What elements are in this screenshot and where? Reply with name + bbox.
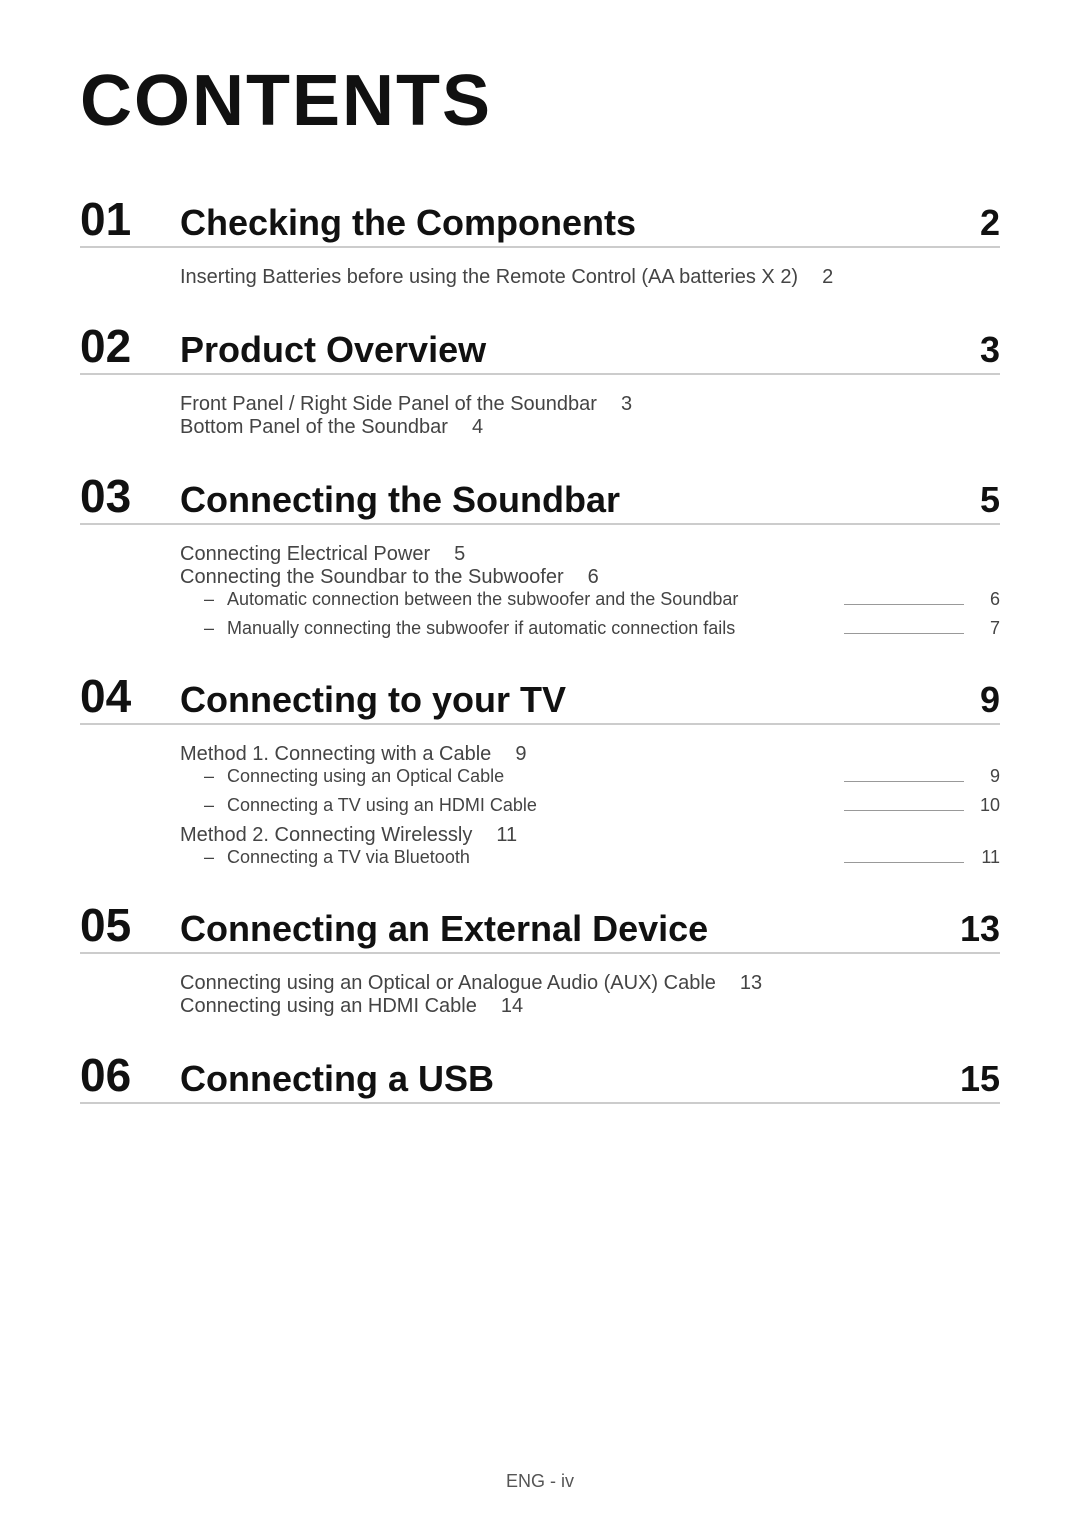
toc-entry: Connecting the Soundbar to the Subwoofer… xyxy=(180,566,1000,589)
section-title-03: Connecting the Soundbar xyxy=(180,479,980,521)
toc-entry: Method 2. Connecting Wirelessly 11 xyxy=(180,824,1000,847)
toc-entry-text: Connecting using an Optical or Analogue … xyxy=(180,972,716,994)
toc-sub-entry-line xyxy=(844,781,964,782)
section-header-02: 02Product Overview3 xyxy=(80,319,1000,375)
section-header-01: 01Checking the Components2 xyxy=(80,192,1000,248)
toc-sub-entry-page: 10 xyxy=(976,795,1000,816)
toc-entry-page: 4 xyxy=(472,416,483,438)
toc-entry-text: Inserting Batteries before using the Rem… xyxy=(180,266,798,288)
toc-entry: Connecting using an Optical or Analogue … xyxy=(180,972,1000,995)
toc-sub-entry-page: 6 xyxy=(976,589,1000,610)
toc-entry: Connecting Electrical Power 5 xyxy=(180,543,1000,566)
section-03: 03Connecting the Soundbar5Connecting Ele… xyxy=(80,469,1000,639)
section-title-06: Connecting a USB xyxy=(180,1058,960,1100)
section-01: 01Checking the Components2Inserting Batt… xyxy=(80,192,1000,289)
section-entries-02: Front Panel / Right Side Panel of the So… xyxy=(80,393,1000,439)
toc-entry: Method 1. Connecting with a Cable 9 xyxy=(180,743,1000,766)
toc-sub-entry-line xyxy=(844,633,964,634)
section-page-02: 3 xyxy=(980,329,1000,371)
toc-entry-text: Method 1. Connecting with a Cable xyxy=(180,743,491,765)
section-entries-04: Method 1. Connecting with a Cable9– Conn… xyxy=(80,743,1000,868)
toc-sub-entry-text: – Manually connecting the subwoofer if a… xyxy=(180,618,832,639)
toc-entry: Connecting using an HDMI Cable 14 xyxy=(180,995,1000,1018)
toc-entry-text: Connecting using an HDMI Cable xyxy=(180,995,477,1017)
toc-sub-entry-text: – Automatic connection between the subwo… xyxy=(180,589,832,610)
toc-entry-page: 5 xyxy=(454,543,465,565)
toc-entry-text: Bottom Panel of the Soundbar xyxy=(180,416,448,438)
section-title-02: Product Overview xyxy=(180,329,980,371)
section-page-03: 5 xyxy=(980,479,1000,521)
toc-entry-page: 6 xyxy=(588,566,599,588)
toc-sub-entry-page: 7 xyxy=(976,618,1000,639)
toc-sub-entry-line xyxy=(844,810,964,811)
section-02: 02Product Overview3Front Panel / Right S… xyxy=(80,319,1000,439)
toc-sub-entry: – Automatic connection between the subwo… xyxy=(180,589,1000,610)
toc-sub-entry: – Connecting a TV via Bluetooth 11 xyxy=(180,847,1000,868)
section-number-05: 05 xyxy=(80,898,180,952)
toc-entry-text: Method 2. Connecting Wirelessly xyxy=(180,824,472,846)
toc-sub-entry-text: – Connecting using an Optical Cable xyxy=(180,766,832,787)
dash-icon: – xyxy=(204,795,219,815)
section-06: 06Connecting a USB15 xyxy=(80,1048,1000,1104)
section-header-05: 05Connecting an External Device13 xyxy=(80,898,1000,954)
toc-entry-page: 3 xyxy=(621,393,632,415)
section-number-06: 06 xyxy=(80,1048,180,1102)
toc-sub-entry: – Manually connecting the subwoofer if a… xyxy=(180,618,1000,639)
toc-sub-entry-page: 11 xyxy=(976,847,1000,868)
section-number-04: 04 xyxy=(80,669,180,723)
toc-entry-page: 11 xyxy=(496,824,517,846)
section-header-03: 03Connecting the Soundbar5 xyxy=(80,469,1000,525)
section-page-06: 15 xyxy=(960,1058,1000,1100)
toc-sub-entry-line xyxy=(844,862,964,863)
section-number-01: 01 xyxy=(80,192,180,246)
toc-entry: Bottom Panel of the Soundbar 4 xyxy=(180,416,1000,439)
toc-entry: Front Panel / Right Side Panel of the So… xyxy=(180,393,1000,416)
toc-sub-entry: – Connecting a TV using an HDMI Cable 10 xyxy=(180,795,1000,816)
section-header-04: 04Connecting to your TV9 xyxy=(80,669,1000,725)
section-page-05: 13 xyxy=(960,908,1000,950)
section-number-03: 03 xyxy=(80,469,180,523)
section-header-06: 06Connecting a USB15 xyxy=(80,1048,1000,1104)
toc-entry-page: 2 xyxy=(822,266,833,288)
dash-icon: – xyxy=(204,766,219,786)
footer: ENG - iv xyxy=(0,1471,1080,1492)
toc-entry-text: Front Panel / Right Side Panel of the So… xyxy=(180,393,597,415)
toc-entry: Inserting Batteries before using the Rem… xyxy=(180,266,1000,289)
dash-icon: – xyxy=(204,589,219,609)
toc-sub-entry-text: – Connecting a TV via Bluetooth xyxy=(180,847,832,868)
section-number-02: 02 xyxy=(80,319,180,373)
section-entries-05: Connecting using an Optical or Analogue … xyxy=(80,972,1000,1018)
toc-entry-text: Connecting the Soundbar to the Subwoofer xyxy=(180,566,564,588)
section-title-01: Checking the Components xyxy=(180,202,980,244)
section-page-04: 9 xyxy=(980,679,1000,721)
toc-sub-entry-text: – Connecting a TV using an HDMI Cable xyxy=(180,795,832,816)
toc-entry-text: Connecting Electrical Power xyxy=(180,543,430,565)
toc-sub-entry-line xyxy=(844,604,964,605)
toc-sub-entry: – Connecting using an Optical Cable 9 xyxy=(180,766,1000,787)
dash-icon: – xyxy=(204,847,219,867)
toc-sub-entry-page: 9 xyxy=(976,766,1000,787)
toc-entry-page: 9 xyxy=(515,743,526,765)
toc-entry-page: 14 xyxy=(501,995,523,1017)
page-title: CONTENTS xyxy=(80,60,1000,142)
section-entries-01: Inserting Batteries before using the Rem… xyxy=(80,266,1000,289)
section-entries-03: Connecting Electrical Power 5Connecting t… xyxy=(80,543,1000,639)
section-04: 04Connecting to your TV9Method 1. Connec… xyxy=(80,669,1000,868)
toc-container: 01Checking the Components2Inserting Batt… xyxy=(80,192,1000,1104)
toc-entry-page: 13 xyxy=(740,972,762,994)
section-05: 05Connecting an External Device13Connect… xyxy=(80,898,1000,1018)
dash-icon: – xyxy=(204,618,219,638)
section-page-01: 2 xyxy=(980,202,1000,244)
section-title-05: Connecting an External Device xyxy=(180,908,960,950)
section-title-04: Connecting to your TV xyxy=(180,679,980,721)
